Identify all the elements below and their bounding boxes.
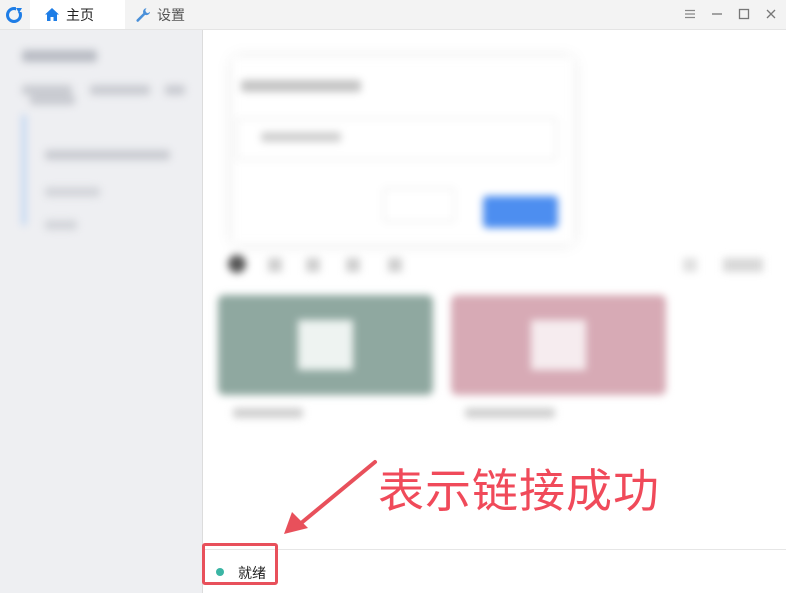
maximize-icon[interactable]: [736, 6, 752, 22]
tab-home-label: 主页: [66, 7, 94, 24]
title-bar: 主页 设置: [0, 0, 786, 30]
sidebar: [0, 30, 203, 593]
tab-settings-label: 设置: [157, 7, 185, 24]
menu-icon[interactable]: [682, 6, 698, 22]
home-icon: [45, 7, 59, 21]
sidebar-blurred-content: [0, 30, 202, 593]
status-highlight-box: [202, 543, 278, 585]
tab-home[interactable]: 主页: [30, 0, 125, 29]
annotation-arrow-icon: [284, 460, 377, 534]
wrench-icon: [136, 7, 150, 22]
status-bar: 就绪: [203, 549, 786, 594]
tab-settings[interactable]: 设置: [135, 0, 185, 29]
close-icon[interactable]: [763, 6, 779, 22]
annotation-label: 表示链接成功: [378, 464, 660, 518]
minimize-icon[interactable]: [709, 6, 725, 22]
app-logo-icon: [6, 7, 22, 23]
